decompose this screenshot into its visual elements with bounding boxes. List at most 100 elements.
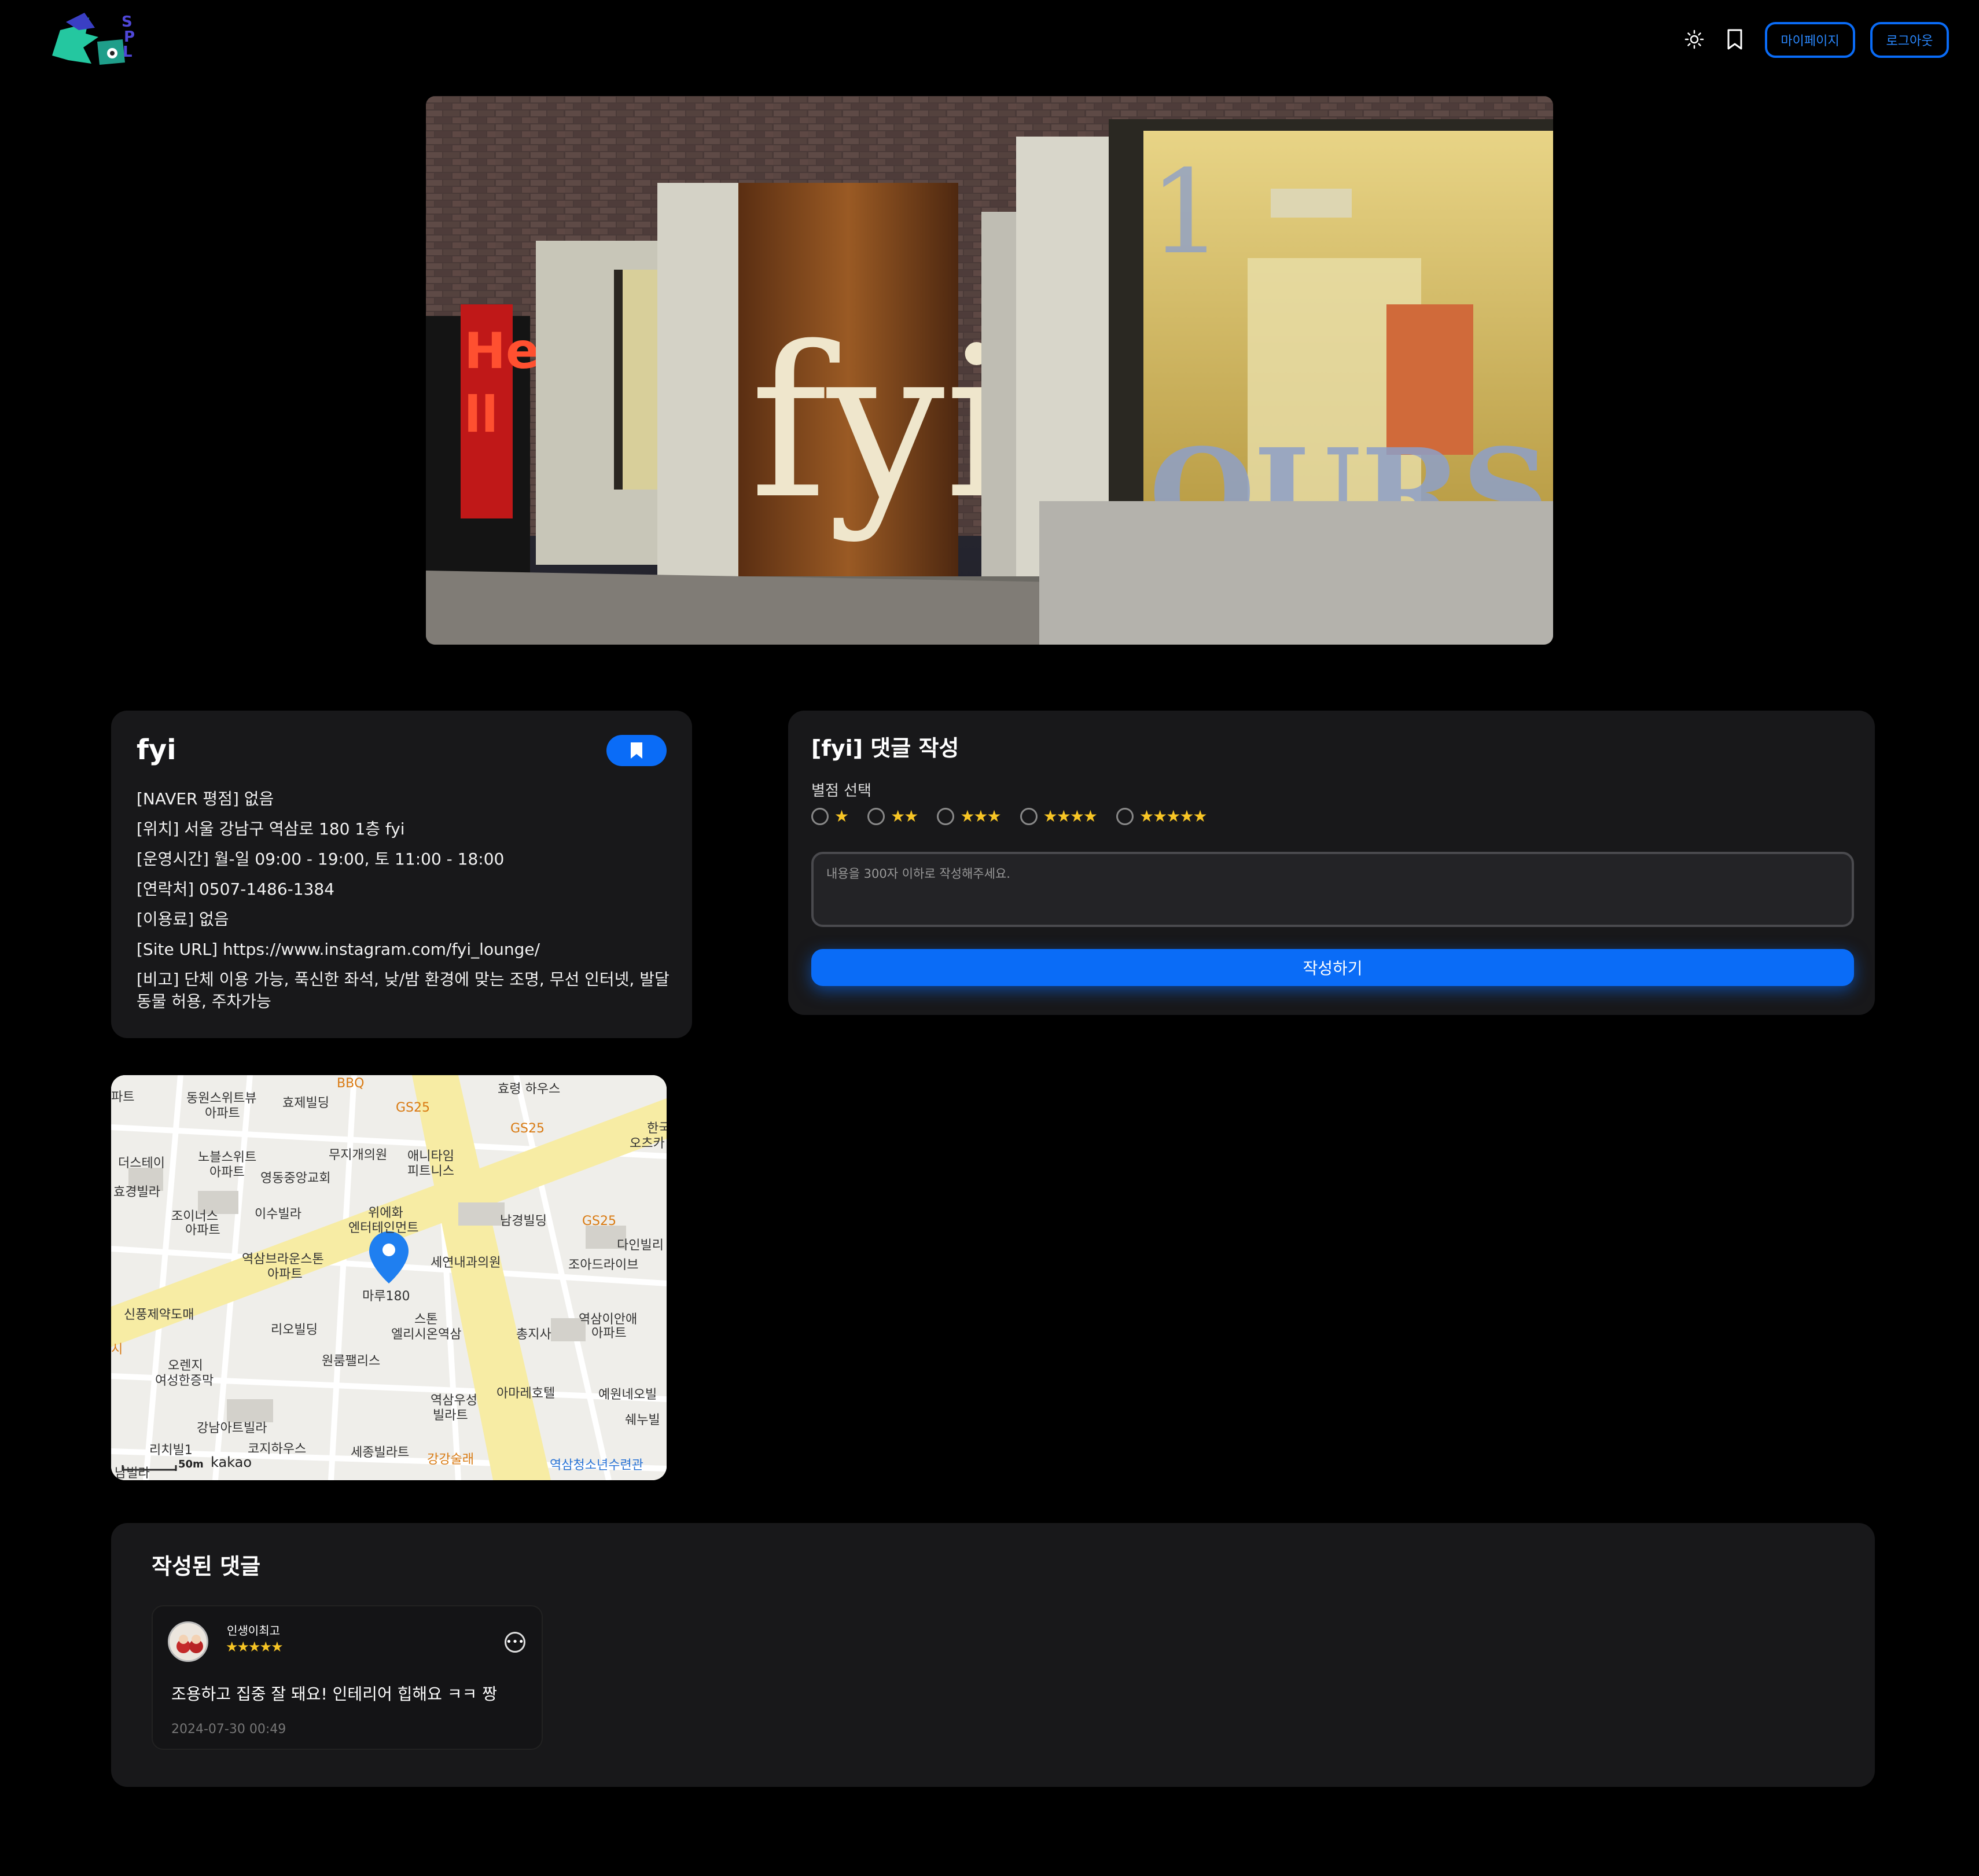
header: S P L 마이페이지 로그아웃	[0, 0, 1979, 81]
map-label: 한국	[647, 1121, 667, 1136]
rating-stars-5: ★★★★★	[1139, 807, 1208, 826]
map-label: 오렌지	[168, 1359, 203, 1373]
location: [위치] 서울 강남구 역삼로 180 1층 fyi	[137, 819, 405, 838]
map-label: 세연내과의원	[431, 1256, 501, 1270]
map-label: 여성한증막	[155, 1374, 214, 1388]
map-label: GS25	[396, 1101, 431, 1115]
map-label: 역삼브라운스톤	[242, 1252, 324, 1267]
location-map[interactable]: 파트 동원스위트뷰 아파트 효제빌딩 BBQ GS25 효령 하우스 GS25 …	[111, 1075, 667, 1480]
avatar	[168, 1621, 208, 1662]
rating-stars-4: ★★★★	[1043, 807, 1098, 826]
comment-date: 2024-07-30 00:49	[171, 1722, 286, 1737]
map-label: 엘리시온역삼	[391, 1327, 462, 1342]
map-label: 효제빌딩	[282, 1096, 329, 1110]
map-label: 동원스위트뷰	[186, 1091, 257, 1106]
map-label: 스톤	[414, 1312, 438, 1327]
map-label: 애니타임	[407, 1149, 454, 1164]
rating-radio-5[interactable]	[1116, 807, 1134, 825]
map-label: 아파트	[591, 1326, 627, 1341]
mypage-button[interactable]: 마이페이지	[1765, 22, 1855, 58]
comment-user: 인생이최고	[227, 1624, 280, 1638]
map-label: 효경빌라	[113, 1185, 160, 1200]
review-form-title: [fyi] 댓글 작성	[811, 735, 959, 761]
map-label: 무지개의원	[329, 1148, 388, 1163]
map-label: 더스테이	[118, 1156, 165, 1171]
map-label: 노블스위트	[198, 1150, 257, 1165]
map-label: 영동중앙교회	[260, 1171, 331, 1186]
opening-hours: [운영시간] 월-일 09:00 - 19:00, 토 11:00 - 18:0…	[137, 849, 505, 869]
svg-text:ll: ll	[464, 386, 498, 444]
map-label: 아마레호텔	[496, 1386, 556, 1401]
rating-stars-1: ★	[834, 807, 849, 826]
place-details: [NAVER 평점] 없음 [위치] 서울 강남구 역삼로 180 1층 fyi…	[137, 788, 680, 1021]
rating-radio-2[interactable]	[867, 807, 885, 825]
review-form-card: [fyi] 댓글 작성 별점 선택 ★ ★★ ★★★ ★★★★ ★★★★★ 내용…	[788, 711, 1875, 1015]
map-label: GS25	[510, 1121, 545, 1136]
map-label: 세종빌라트	[351, 1445, 410, 1460]
map-label: 효령 하우스	[498, 1082, 561, 1097]
map-label: 엔터테인먼트	[348, 1221, 419, 1235]
submit-review-button[interactable]: 작성하기	[811, 949, 1854, 986]
map-label: 다인빌리	[617, 1238, 664, 1253]
rating-stars-3: ★★★	[960, 807, 1001, 826]
map-label: 조이너스	[171, 1209, 218, 1224]
more-options-icon[interactable]: •••	[505, 1632, 525, 1653]
review-textarea[interactable]: 내용을 300자 이하로 작성해주세요.	[811, 852, 1854, 927]
map-label: GS25	[582, 1214, 617, 1228]
comment-stars: ★★★★★	[226, 1639, 284, 1655]
rating-stars-2: ★★	[891, 807, 918, 826]
naver-rating: [NAVER 평점] 없음	[137, 789, 274, 808]
map-label: 조아드라이브	[568, 1258, 639, 1272]
map-label: 리오빌딩	[271, 1323, 318, 1337]
logout-button[interactable]: 로그아웃	[1870, 22, 1949, 58]
logo[interactable]: S P L	[49, 7, 139, 71]
comment-card: 인생이최고 ★★★★★ ••• 조용하고 집중 잘 돼요! 인테리어 힙해요 ㅋ…	[152, 1605, 543, 1750]
contact: [연락처] 0507-1486-1384	[137, 880, 335, 899]
map-label: 마루180	[362, 1289, 410, 1304]
map-label: 강강술래	[427, 1452, 474, 1467]
place-name: fyi	[137, 734, 176, 766]
map-scale: 50m	[178, 1458, 204, 1470]
map-label: 남경빌딩	[500, 1214, 547, 1228]
map-label: 이수빌라	[255, 1207, 301, 1222]
map-label: 신풍제약도매	[124, 1308, 194, 1322]
map-brand: kakao	[211, 1454, 252, 1470]
map-label: 쉐누빌	[625, 1413, 660, 1428]
map-label: 위에화	[368, 1206, 403, 1220]
map-label: 총지사	[516, 1327, 551, 1342]
map-label: 역삼우성	[431, 1393, 477, 1408]
map-label: 아파트	[205, 1106, 240, 1121]
map-label: 아파트	[267, 1267, 303, 1282]
map-label: 시	[111, 1342, 123, 1357]
rating-radio-1[interactable]	[811, 807, 829, 825]
map-label: 역삼이안애	[579, 1312, 638, 1327]
place-photo: He ll fyi OURS 1	[426, 96, 1553, 645]
map-label: 코지하우스	[248, 1442, 307, 1456]
map-label: 강남아트빌라	[197, 1421, 267, 1436]
rating-label: 별점 선택	[811, 782, 871, 800]
map-label: 예원네오빌	[598, 1388, 657, 1402]
fee: [이용료] 없음	[137, 910, 229, 929]
comment-body: 조용하고 집중 잘 돼요! 인테리어 힙해요 ㅋㅋ 짱	[171, 1684, 497, 1704]
map-label: 원룸팰리스	[322, 1354, 381, 1369]
map-label: 피트니스	[407, 1164, 454, 1179]
map-label: 리치빌1	[149, 1443, 193, 1458]
svg-text:L: L	[123, 43, 133, 61]
rating-selector: ★ ★★ ★★★ ★★★★ ★★★★★	[811, 807, 1226, 826]
map-label: 역삼청소년수련관	[550, 1458, 643, 1473]
rating-radio-4[interactable]	[1020, 807, 1038, 825]
comments-section: 작성된 댓글 인생이최고 ★★★★★ ••• 조용하고 집중 잘 돼요! 인테리…	[111, 1523, 1875, 1787]
map-label: 오츠카	[630, 1136, 665, 1151]
bookmark-icon[interactable]	[1722, 27, 1748, 52]
svg-text:fyi: fyi	[750, 302, 1011, 545]
map-label: 아파트	[185, 1223, 220, 1238]
rating-radio-3[interactable]	[937, 807, 955, 825]
map-label: 빌라트	[433, 1408, 468, 1423]
bookmark-button[interactable]	[606, 735, 667, 766]
svg-text:He: He	[464, 322, 539, 380]
site-url[interactable]: [Site URL] https://www.instagram.com/fyi…	[137, 939, 680, 961]
place-info-card: fyi [NAVER 평점] 없음 [위치] 서울 강남구 역삼로 180 1층…	[111, 711, 692, 1038]
sun-icon[interactable]	[1682, 27, 1707, 52]
map-label: 남빌라	[115, 1466, 150, 1480]
map-label: 아파트	[209, 1165, 245, 1180]
